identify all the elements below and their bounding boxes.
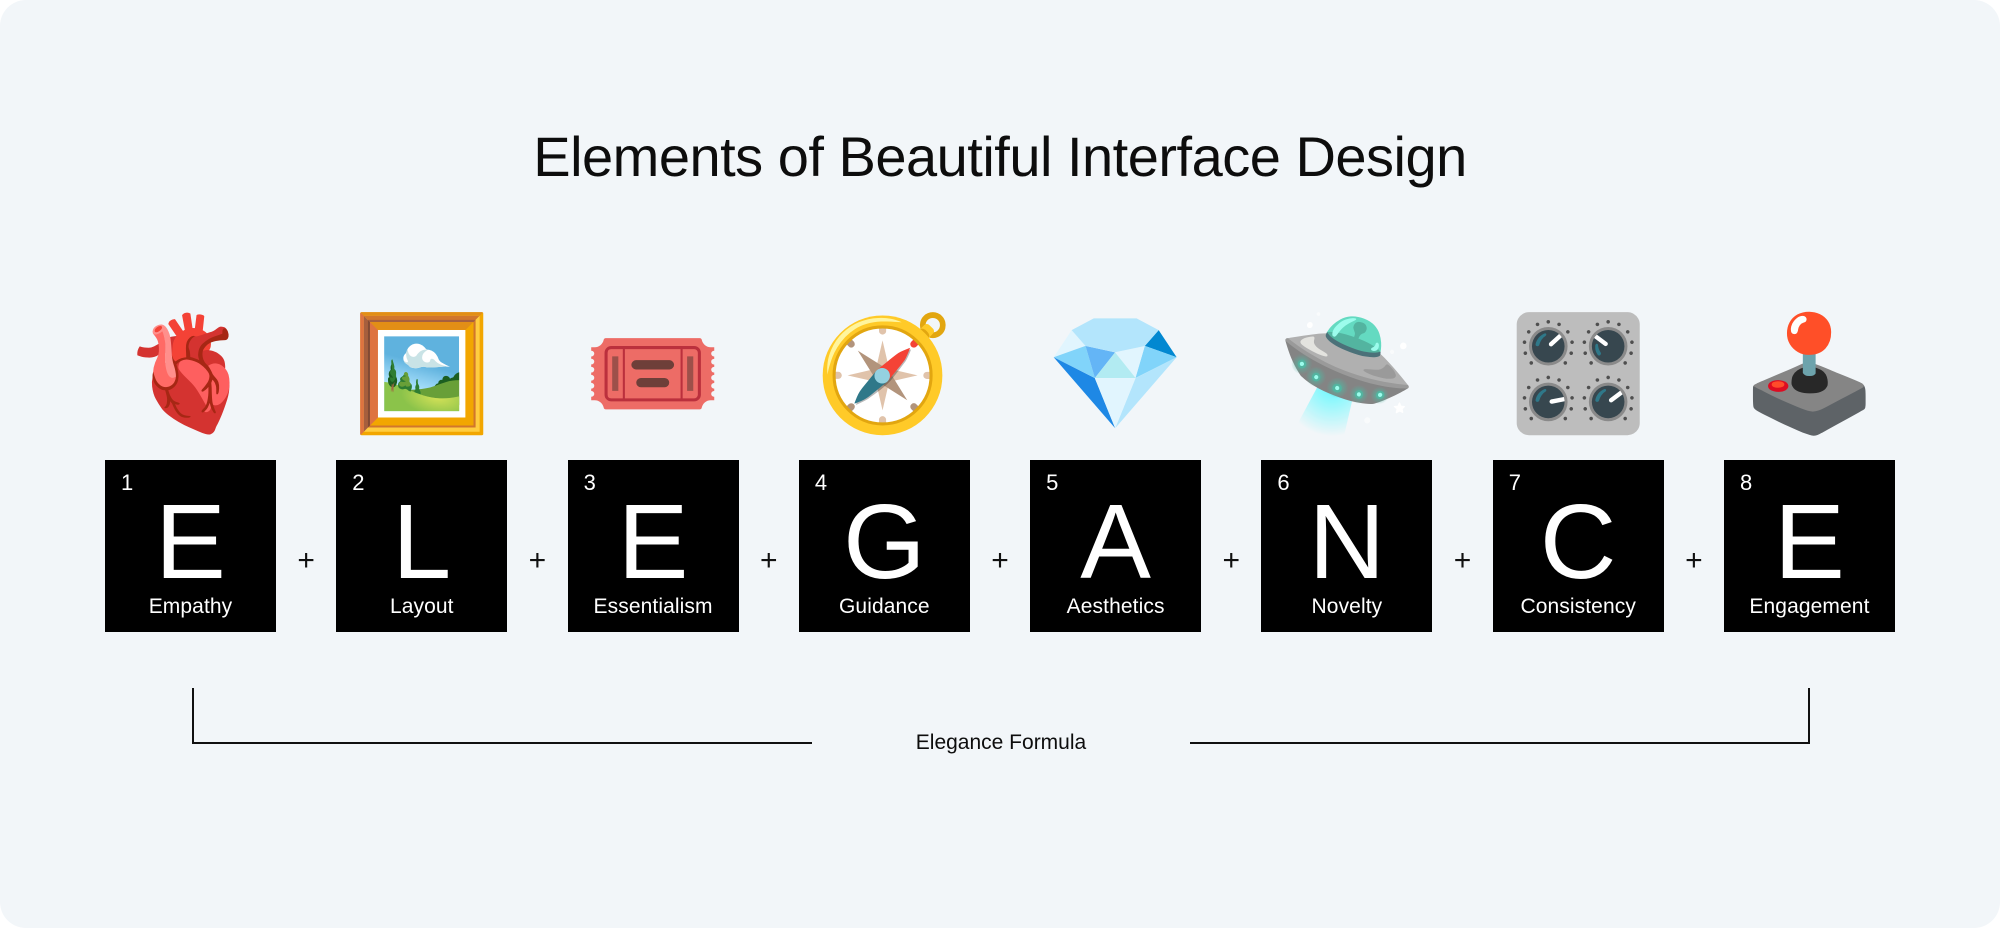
element-card-aesthetics[interactable]: 5 A Aesthetics bbox=[1030, 460, 1202, 632]
element-cell-novelty[interactable]: 🛸 6 N Novelty bbox=[1261, 288, 1433, 632]
element-card-guidance[interactable]: 4 G Guidance bbox=[798, 460, 970, 632]
plus-separator: + bbox=[528, 544, 547, 577]
element-label: Essentialism bbox=[593, 595, 713, 618]
framed-picture-emoji: 🖼️ bbox=[352, 309, 492, 439]
bracket-label-text: Elegance Formula bbox=[899, 731, 1103, 754]
element-cell-aesthetics[interactable]: 💎 5 A Aesthetics bbox=[1030, 288, 1202, 632]
element-label: Layout bbox=[389, 595, 454, 618]
plus-separator: + bbox=[297, 544, 315, 577]
elegance-formula-row: 🫀 1 E Empathy + 🖼️ 2 L Layout + 🎟️ 3 E Essentialism + 🧭… bbox=[105, 288, 1895, 632]
plus-separator: + bbox=[991, 544, 1009, 577]
control-knobs-emoji: 🎛️ bbox=[1508, 309, 1648, 439]
flying-saucer-emoji: 🛸 bbox=[1277, 309, 1417, 439]
element-card-layout[interactable]: 2 L Layout bbox=[336, 460, 508, 632]
element-card-novelty[interactable]: 6 N Novelty bbox=[1261, 460, 1433, 632]
element-cell-engagement[interactable]: 🕹️ 8 E Engagement bbox=[1723, 288, 1895, 632]
plus-separator: + bbox=[1453, 544, 1472, 577]
element-card-essentialism[interactable]: 3 E Essentialism bbox=[567, 460, 739, 632]
element-card-empathy[interactable]: 1 E Empathy bbox=[105, 460, 276, 632]
element-cell-essentialism[interactable]: 🎟️ 3 E Essentialism bbox=[567, 288, 739, 632]
plus-separator: + bbox=[1685, 544, 1703, 577]
bracket-label: Elegance Formula bbox=[192, 731, 1810, 755]
element-card-consistency[interactable]: 7 C Consistency bbox=[1492, 460, 1664, 632]
gem-stone-emoji: 💎 bbox=[1045, 309, 1186, 439]
element-cell-consistency[interactable]: 🎛️ 7 C Consistency bbox=[1492, 288, 1664, 632]
anatomical-heart-emoji: 🫀 bbox=[120, 309, 261, 439]
element-label: Engagement bbox=[1749, 595, 1870, 618]
elegance-formula-bracket: Elegance Formula bbox=[192, 688, 1810, 754]
element-cell-empathy[interactable]: 🫀 1 E Empathy bbox=[105, 288, 276, 632]
element-label: Guidance bbox=[838, 595, 930, 618]
joystick-emoji: 🕹️ bbox=[1739, 309, 1880, 439]
element-label: Novelty bbox=[1311, 595, 1383, 618]
page-title: Elements of Beautiful Interface Design bbox=[533, 125, 1467, 188]
element-cell-guidance[interactable]: 🧭 4 G Guidance bbox=[798, 288, 970, 632]
element-label: Empathy bbox=[148, 595, 233, 618]
element-label: Aesthetics bbox=[1066, 595, 1165, 618]
admission-ticket-emoji: 🎟️ bbox=[583, 309, 723, 439]
plus-separator: + bbox=[759, 544, 778, 577]
compass-emoji: 🧭 bbox=[814, 309, 955, 439]
diagram-canvas: Elements of Beautiful Interface Design 🫀… bbox=[0, 0, 2000, 928]
element-cell-layout[interactable]: 🖼️ 2 L Layout bbox=[336, 288, 508, 632]
element-card-engagement[interactable]: 8 E Engagement bbox=[1723, 460, 1895, 632]
element-label: Consistency bbox=[1520, 595, 1636, 618]
plus-separator: + bbox=[1222, 544, 1241, 577]
